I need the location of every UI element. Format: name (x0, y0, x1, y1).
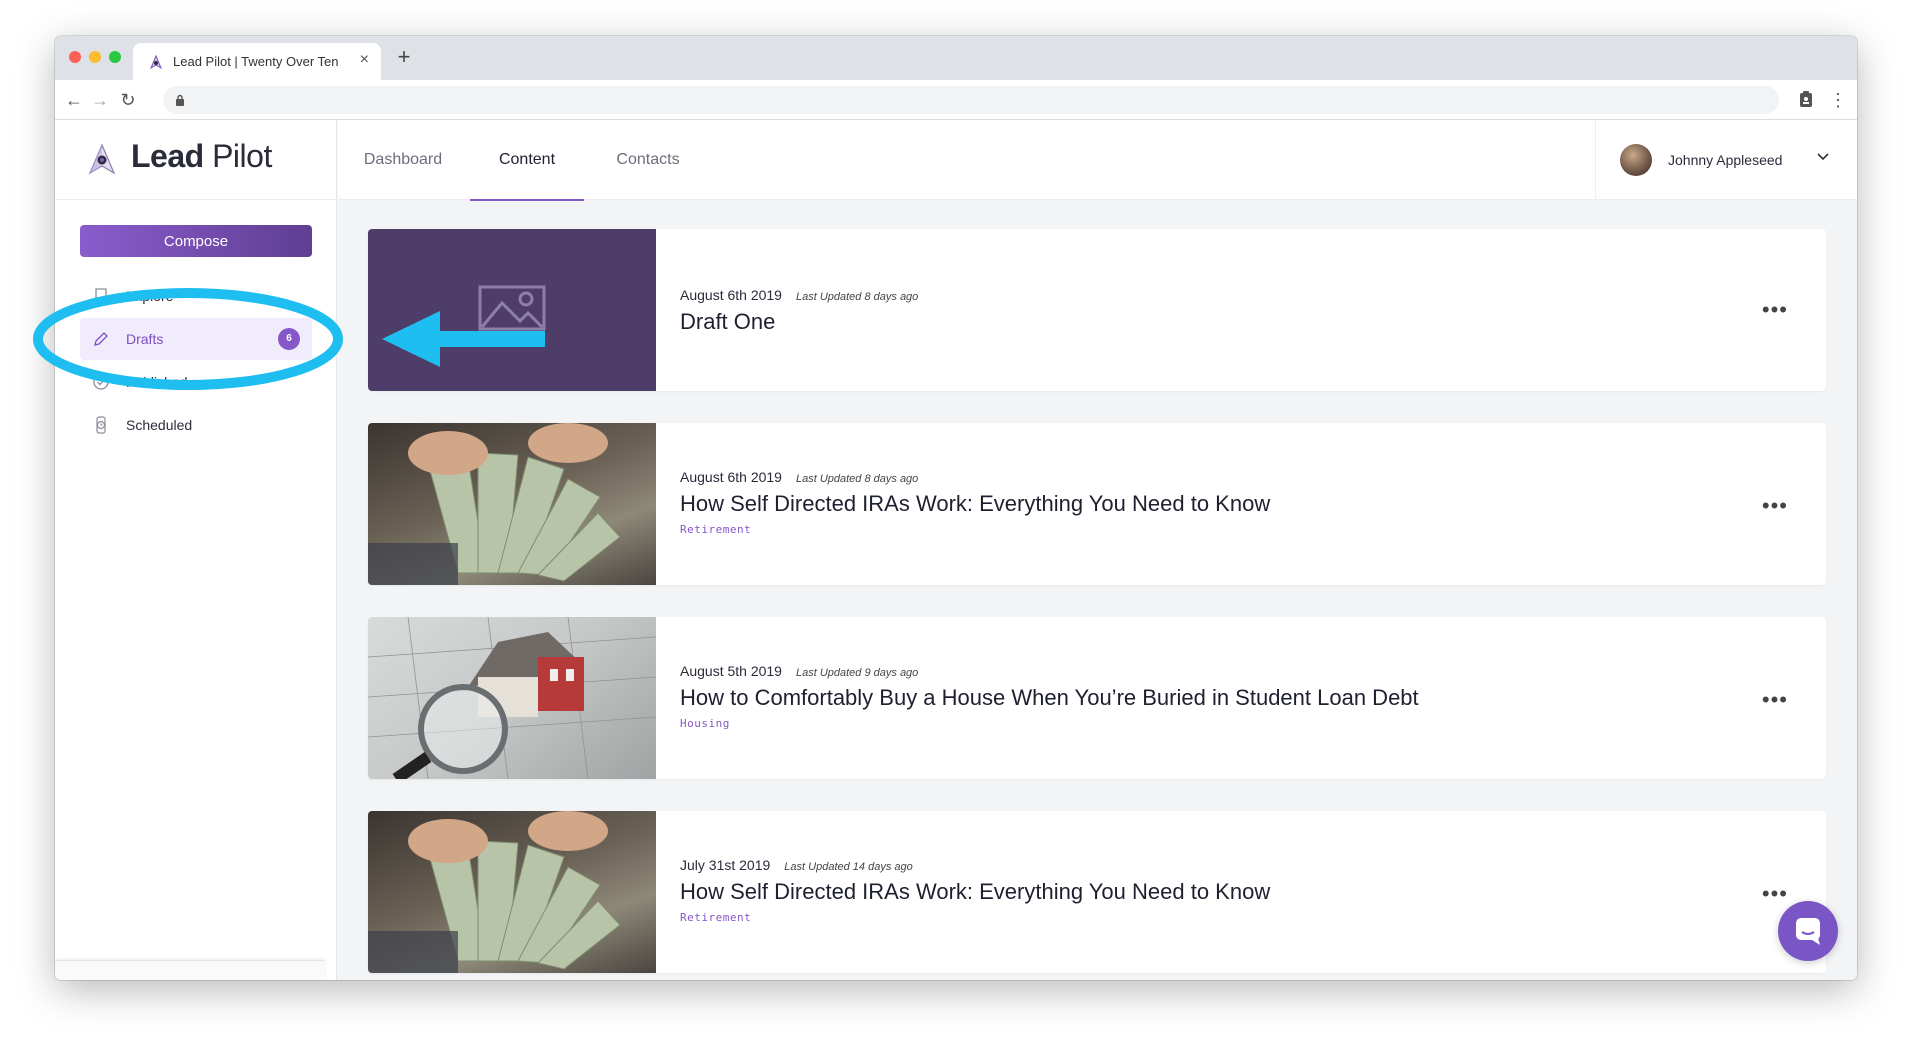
card-updated: Last Updated 9 days ago (795, 667, 919, 679)
new-tab-button[interactable]: + (391, 44, 417, 70)
sidebar-item-label: Explore (126, 288, 174, 304)
drafts-count-badge: 6 (278, 328, 300, 350)
card-date: July 31st 2019 (680, 857, 771, 873)
check-icon (93, 374, 109, 390)
chat-icon (1796, 918, 1820, 945)
card-title[interactable]: Draft One (680, 309, 775, 335)
chat-launcher-button[interactable] (1778, 901, 1838, 961)
card-thumbnail (368, 229, 656, 391)
tab-dashboard[interactable]: Dashboard (338, 120, 468, 200)
browser-toolbar: ← → ↻ ⋮ (55, 80, 1857, 120)
maximize-window-button[interactable] (109, 51, 121, 63)
more-options-icon[interactable]: ••• (1762, 883, 1788, 905)
money-photo (368, 811, 621, 973)
tab-close-icon[interactable]: × (360, 51, 369, 69)
tab-title: Lead Pilot | Twenty Over Ten (173, 54, 339, 69)
rocket-logo-icon (88, 143, 116, 175)
card-date: August 6th 2019 (680, 469, 782, 485)
address-bar[interactable] (163, 86, 1779, 114)
card-date: August 5th 2019 (680, 663, 782, 679)
card-title[interactable]: How to Comfortably Buy a House When You’… (680, 685, 1419, 711)
card-date: August 6th 2019 (680, 287, 782, 303)
card-thumbnail (368, 423, 656, 585)
card-category-tag[interactable]: Retirement (680, 523, 751, 536)
card-title[interactable]: How Self Directed IRAs Work: Everything … (680, 879, 1270, 905)
card-category-tag[interactable]: Retirement (680, 911, 751, 924)
content-card[interactable]: July 31st 2019 Last Updated 14 days ago H… (368, 811, 1826, 973)
user-menu[interactable]: Johnny Appleseed (1595, 120, 1857, 200)
tab-content[interactable]: Content (470, 120, 584, 201)
card-thumbnail (368, 811, 656, 973)
browser-tab[interactable]: Lead Pilot | Twenty Over Ten × (133, 43, 381, 80)
rocket-favicon-icon (150, 55, 162, 69)
card-updated: Last Updated 8 days ago (795, 291, 919, 303)
more-options-icon[interactable]: ••• (1762, 299, 1788, 321)
pencil-icon (94, 332, 108, 346)
card-meta: July 31st 2019 Last Updated 14 days ago (680, 857, 913, 873)
card-updated: Last Updated 14 days ago (784, 861, 913, 873)
tab-contacts[interactable]: Contacts (586, 120, 710, 200)
card-thumbnail (368, 617, 656, 779)
card-meta: August 6th 2019 Last Updated 8 days ago (680, 287, 918, 303)
sidebar-item-published[interactable]: Published (80, 361, 312, 403)
watch-icon (96, 416, 106, 434)
money-photo (368, 423, 621, 585)
card-category-tag[interactable]: Housing (680, 717, 730, 730)
sidebar-item-explore[interactable]: Explore (80, 275, 312, 317)
extension-icon[interactable] (1799, 90, 1813, 108)
content-card[interactable]: August 6th 2019 Last Updated 8 days ago H… (368, 423, 1826, 585)
browser-window: Lead Pilot | Twenty Over Ten × + ← → ↻ ⋮ (55, 36, 1857, 980)
forward-icon[interactable]: → (87, 87, 113, 113)
bookmark-icon (95, 288, 107, 305)
minimize-window-button[interactable] (89, 51, 101, 63)
back-icon[interactable]: ← (61, 87, 87, 113)
sidebar-item-drafts[interactable]: Drafts 6 (80, 318, 312, 360)
sidebar-item-scheduled[interactable]: Scheduled (80, 404, 312, 446)
card-meta: August 6th 2019 Last Updated 8 days ago (680, 469, 918, 485)
lock-icon (176, 94, 184, 106)
card-updated: Last Updated 8 days ago (795, 473, 919, 485)
card-title[interactable]: How Self Directed IRAs Work: Everything … (680, 491, 1270, 517)
compose-button[interactable]: Compose (80, 225, 312, 257)
browser-menu-icon[interactable]: ⋮ (1829, 87, 1847, 113)
top-nav: Dashboard Content Contacts Johnny Apples… (338, 120, 1857, 201)
user-name: Johnny Appleseed (1668, 152, 1783, 168)
content-card[interactable]: August 5th 2019 Last Updated 9 days ago H… (368, 617, 1826, 779)
sidebar: Lead Pilot Compose Explore Drafts 6 Publ… (55, 120, 337, 980)
chevron-down-icon (1817, 153, 1829, 161)
sidebar-footer (55, 960, 325, 980)
sidebar-item-label: Scheduled (126, 417, 193, 433)
house-photo (368, 617, 656, 779)
close-window-button[interactable] (69, 51, 81, 63)
more-options-icon[interactable]: ••• (1762, 689, 1788, 711)
logo[interactable]: Lead Pilot (55, 120, 337, 200)
card-meta: August 5th 2019 Last Updated 9 days ago (680, 663, 918, 679)
sidebar-item-label: Published (126, 374, 188, 390)
content-card[interactable]: August 6th 2019 Last Updated 8 days ago D… (368, 229, 1826, 391)
image-placeholder-icon (478, 285, 546, 331)
more-options-icon[interactable]: ••• (1762, 495, 1788, 517)
reload-icon[interactable]: ↻ (115, 87, 141, 113)
logo-text: Lead Pilot (131, 138, 272, 174)
sidebar-item-label: Drafts (126, 331, 164, 347)
tab-strip: Lead Pilot | Twenty Over Ten × + (55, 36, 1857, 80)
avatar (1620, 144, 1652, 176)
